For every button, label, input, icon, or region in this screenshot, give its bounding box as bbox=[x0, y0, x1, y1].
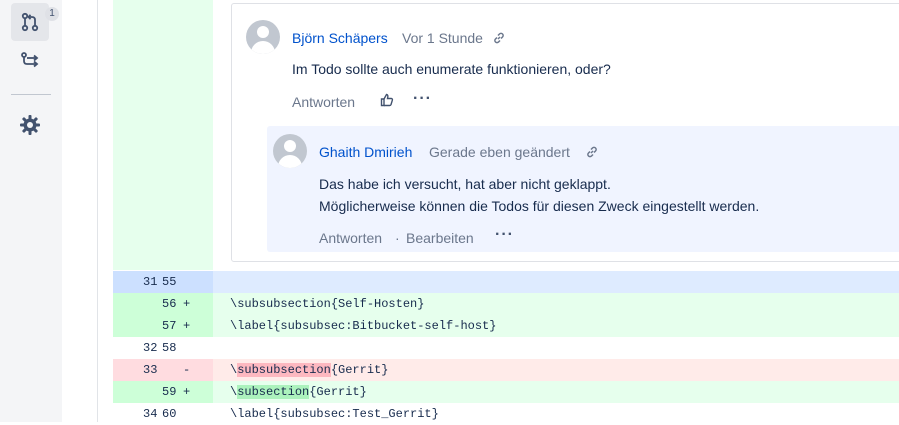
comment-time[interactable]: Vor 1 Stunde bbox=[402, 30, 483, 46]
diff-row[interactable]: 56 + \subsubsection{Self-Hosten} bbox=[113, 293, 899, 315]
file-tree-divider bbox=[97, 0, 98, 422]
old-line-number: 33 bbox=[143, 363, 158, 377]
thumbs-up-icon[interactable] bbox=[380, 93, 394, 107]
diff-row[interactable]: 33 - \subsubsection{Gerrit} bbox=[113, 359, 899, 381]
new-line-number: 55 bbox=[162, 275, 177, 289]
code-line: \subsubsection{Self-Hosten} bbox=[230, 297, 425, 311]
edit-button[interactable]: Bearbeiten bbox=[406, 230, 474, 246]
code-line: \label{subsubsec:Test_Gerrit} bbox=[230, 407, 439, 421]
comment-gutter bbox=[113, 0, 213, 270]
new-line-number: 58 bbox=[162, 341, 177, 355]
reply-avatar[interactable] bbox=[273, 134, 307, 168]
old-line-number: 31 bbox=[143, 275, 158, 289]
reply-more-actions-icon[interactable]: ··· bbox=[495, 226, 514, 244]
old-line-number: 34 bbox=[143, 407, 158, 421]
reply-button[interactable]: Antworten bbox=[292, 94, 355, 110]
reply-author[interactable]: Ghaith Dmirieh bbox=[319, 144, 412, 160]
permalink-icon[interactable] bbox=[492, 31, 506, 45]
new-line-number: 60 bbox=[162, 407, 177, 421]
sidebar-divider bbox=[11, 94, 51, 95]
sidebar-item-commits[interactable] bbox=[11, 42, 49, 80]
pull-request-count-badge: 1 bbox=[45, 7, 59, 21]
deleted-token: subsubsection bbox=[237, 363, 331, 377]
sidebar: 1 bbox=[0, 0, 62, 422]
new-line-number: 59 bbox=[162, 385, 177, 399]
gear-icon bbox=[20, 115, 40, 135]
new-line-number: 57 bbox=[162, 319, 177, 333]
diff-sign: + bbox=[183, 297, 191, 311]
diff-sign: + bbox=[183, 319, 191, 333]
sidebar-item-settings[interactable] bbox=[11, 106, 49, 144]
comment-author[interactable]: Björn Schäpers bbox=[292, 30, 388, 46]
avatar[interactable] bbox=[246, 20, 280, 54]
code-line: \subsection{Gerrit} bbox=[230, 385, 367, 399]
code-line: \label{subsubsec:Bitbucket-self-host} bbox=[230, 319, 497, 333]
added-token: subsection bbox=[237, 385, 310, 399]
diff-view: Björn Schäpers Vor 1 Stunde Im Todo soll… bbox=[113, 0, 899, 425]
pull-request-icon bbox=[21, 12, 39, 32]
diff-row[interactable]: 59 + \subsection{Gerrit} bbox=[113, 381, 899, 403]
reply-comment: Ghaith Dmirieh Gerade eben geändert Das … bbox=[267, 126, 899, 252]
diff-sign: + bbox=[183, 385, 191, 399]
old-line-number: 32 bbox=[143, 341, 158, 355]
diff-row[interactable]: 32 58 bbox=[113, 337, 899, 359]
reply-permalink-icon[interactable] bbox=[585, 145, 599, 159]
reply-reply-button[interactable]: Antworten bbox=[319, 230, 382, 246]
sidebar-item-pull-request[interactable]: 1 bbox=[11, 3, 59, 41]
reply-text-line2: Möglicherweise können die Todos für dies… bbox=[319, 198, 760, 214]
comment-thread: Björn Schäpers Vor 1 Stunde Im Todo soll… bbox=[231, 3, 899, 262]
commits-icon bbox=[21, 52, 39, 68]
reply-time[interactable]: Gerade eben geändert bbox=[429, 144, 570, 160]
new-line-number: 56 bbox=[162, 297, 177, 311]
comment-text: Im Todo sollte auch enumerate funktionie… bbox=[292, 61, 611, 77]
more-actions-icon[interactable]: ··· bbox=[413, 90, 432, 108]
action-separator: · bbox=[395, 230, 400, 246]
diff-row[interactable]: 31 55 bbox=[113, 271, 899, 293]
code-line: \subsubsection{Gerrit} bbox=[230, 363, 389, 377]
diff-row[interactable]: 57 + \label{subsubsec:Bitbucket-self-hos… bbox=[113, 315, 899, 337]
diff-sign: - bbox=[183, 363, 191, 377]
reply-text-line1: Das habe ich versucht, hat aber nicht ge… bbox=[319, 176, 611, 192]
